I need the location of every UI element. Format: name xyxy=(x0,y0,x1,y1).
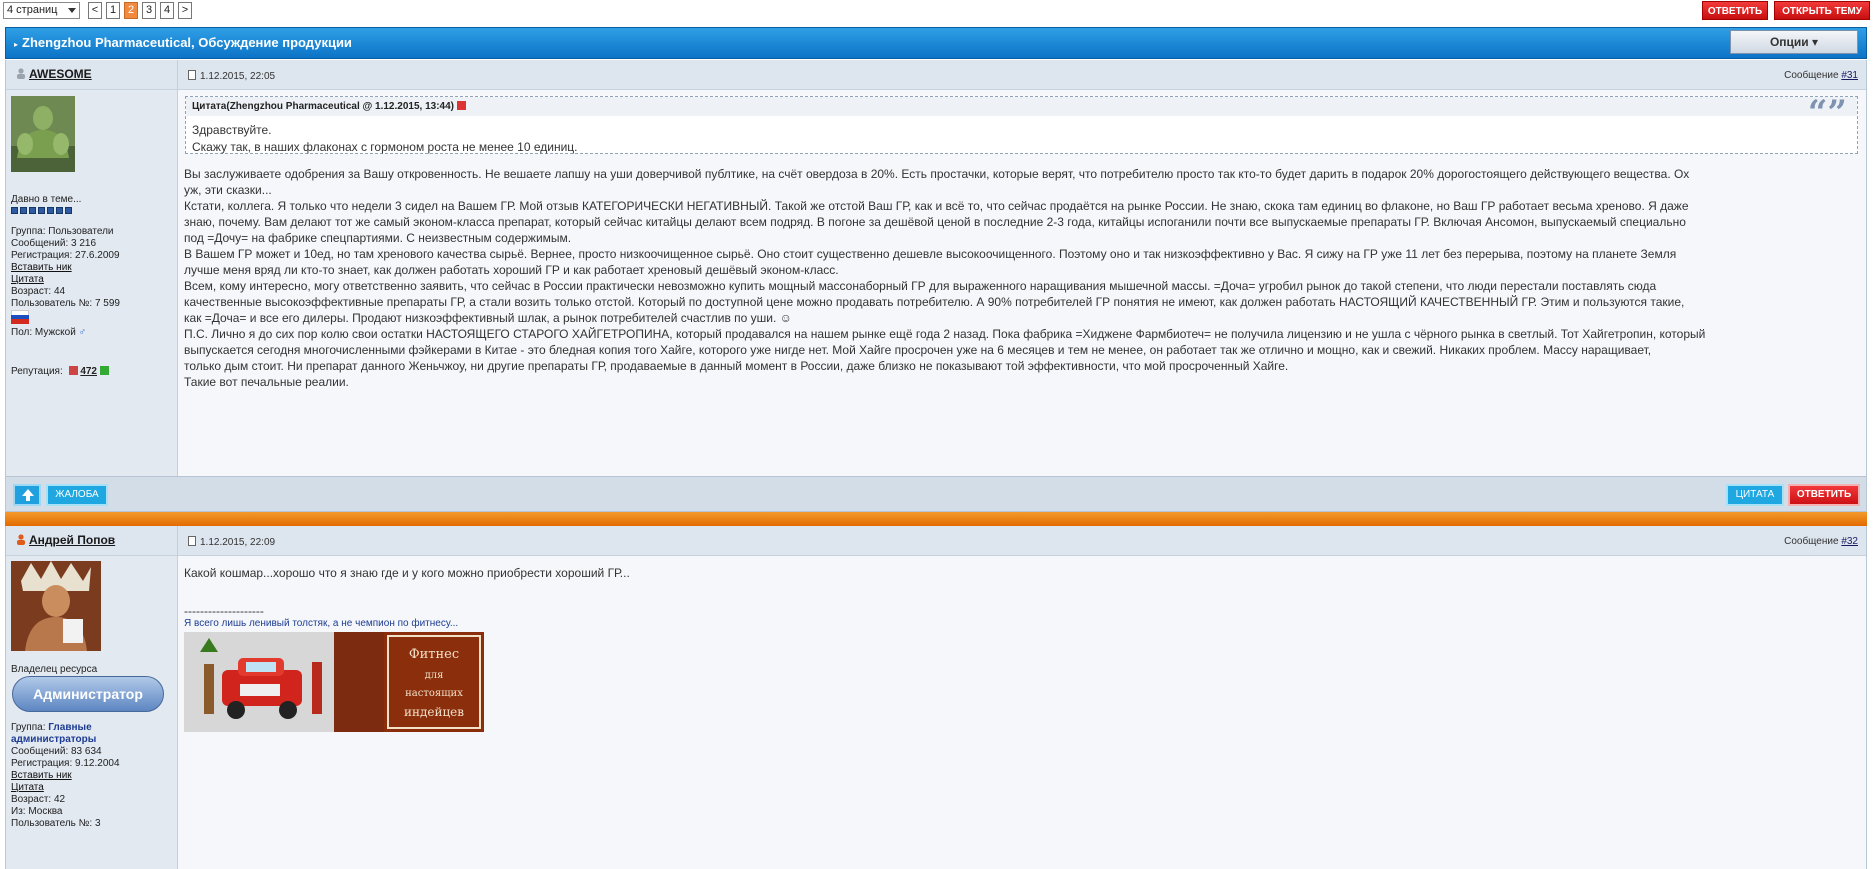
reputation: Репутация: 472 xyxy=(11,366,109,377)
signature-motto: Я всего лишь ленивый толстяк, а не чемпи… xyxy=(184,618,459,629)
options-label: Опции xyxy=(1769,35,1809,49)
caret-right-icon: ▸ xyxy=(14,40,19,49)
flag-icon xyxy=(11,310,29,324)
fitness-banner-image: Фитнес для настоящих индейцев xyxy=(384,632,484,732)
post-footer: ЖАЛОБА ЦИТАТА ОТВЕТИТЬ xyxy=(6,476,1866,512)
author-name[interactable]: Андрей Попов xyxy=(16,533,115,547)
new-topic-button[interactable]: ОТКРЫТЬ ТЕМУ xyxy=(1774,1,1870,20)
post-date: 1.12.2015, 22:05 xyxy=(188,70,275,82)
quote-link[interactable]: Цитата xyxy=(11,274,44,285)
author-sidebar: Давно в теме... Группа: Пользователи Соо… xyxy=(6,90,178,476)
user-group-cont: администраторы xyxy=(11,734,97,745)
signature-banner-image xyxy=(184,632,384,732)
report-button[interactable]: ЖАЛОБА xyxy=(46,484,108,506)
user-age: Возраст: 44 xyxy=(11,286,66,297)
page-4-button[interactable]: 4 xyxy=(160,2,174,19)
post-number: Сообщение #32 xyxy=(1784,536,1858,547)
user-group: Группа: Пользователи xyxy=(11,226,114,237)
admin-badge: Администратор xyxy=(12,676,164,712)
star-icon xyxy=(11,207,18,214)
user-age: Возраст: 42 xyxy=(11,794,66,805)
star-icon xyxy=(29,207,36,214)
document-icon xyxy=(188,536,196,546)
author-name[interactable]: AWESOME xyxy=(16,67,92,81)
reputation-value: 472 xyxy=(80,366,97,377)
next-page-button[interactable]: > xyxy=(178,2,192,19)
svg-text:индейцев: индейцев xyxy=(404,705,464,719)
post-number: Сообщение #31 xyxy=(1784,70,1858,81)
post-header: AWESOME 1.12.2015, 22:05 Сообщение #31 xyxy=(6,60,1866,90)
star-icon xyxy=(56,207,63,214)
page-1-button[interactable]: 1 xyxy=(106,2,120,19)
quote-marks-icon: “” xyxy=(1807,93,1847,133)
insert-nick-link[interactable]: Вставить ник xyxy=(11,770,72,781)
user-number: Пользователь №: 3 xyxy=(11,818,101,829)
reply-post-button[interactable]: ОТВЕТИТЬ xyxy=(1788,484,1860,506)
rank-stars xyxy=(11,206,74,217)
post-separator xyxy=(5,512,1867,526)
quote-header: Цитата(Zhengzhou Pharmaceutical @ 1.12.2… xyxy=(186,97,1857,116)
page-count-label: 4 страниц xyxy=(7,4,58,16)
star-icon xyxy=(38,207,45,214)
member-since: Давно в теме... xyxy=(11,194,82,205)
star-icon xyxy=(65,207,72,214)
options-button[interactable]: Опции ▾ xyxy=(1730,30,1858,54)
post-31: AWESOME 1.12.2015, 22:05 Сообщение #31 Д… xyxy=(5,60,1867,512)
reputation-minus-icon[interactable] xyxy=(68,366,78,375)
avatar xyxy=(11,96,75,172)
svg-text:настоящих: настоящих xyxy=(405,688,463,699)
user-location: Из: Москва xyxy=(11,806,63,817)
svg-text:Фитнес: Фитнес xyxy=(409,647,459,662)
post-text: Вы заслуживаете одобрения за Вашу откров… xyxy=(184,167,1706,389)
post-header: Андрей Попов 1.12.2015, 22:09 Сообщение … xyxy=(6,526,1866,556)
registration-date: Регистрация: 9.12.2004 xyxy=(11,758,120,769)
page-3-button[interactable]: 3 xyxy=(142,2,156,19)
topic-title: ▸ Zhengzhou Pharmaceutical, Обсуждение пр… xyxy=(14,35,352,50)
reputation-plus-icon[interactable] xyxy=(99,366,109,375)
arrow-up-stem xyxy=(26,495,30,501)
post-date: 1.12.2015, 22:09 xyxy=(188,536,275,548)
author-cell: AWESOME xyxy=(6,60,178,89)
user-group: Группа: Главные xyxy=(11,722,92,733)
author-cell: Андрей Попов xyxy=(6,526,178,555)
star-icon xyxy=(20,207,27,214)
author-sidebar: Владелец ресурса Администратор Группа: Г… xyxy=(6,556,178,869)
male-icon: ♂ xyxy=(78,327,87,338)
star-icon xyxy=(47,207,54,214)
page-2-button[interactable]: 2 xyxy=(124,2,138,19)
insert-nick-link[interactable]: Вставить ник xyxy=(11,262,72,273)
post-32: Андрей Попов 1.12.2015, 22:09 Сообщение … xyxy=(5,526,1867,869)
post-permalink[interactable]: #32 xyxy=(1841,536,1858,547)
quote-source-icon[interactable] xyxy=(456,101,466,110)
post-body: Цитата(Zhengzhou Pharmaceutical @ 1.12.2… xyxy=(178,90,1866,476)
message-count: Сообщений: 83 634 xyxy=(11,746,102,757)
message-count: Сообщений: 3 216 xyxy=(11,238,97,249)
quote-text: Здравствуйте. Скажу так, в наших флакона… xyxy=(192,123,578,154)
chevron-down-icon xyxy=(68,8,76,13)
top-bar: 4 страниц < 1 2 3 4 > ОТВЕТИТЬ ОТКРЫТЬ Т… xyxy=(0,0,1874,22)
quote-block: Цитата(Zhengzhou Pharmaceutical @ 1.12.2… xyxy=(185,93,1858,154)
document-icon xyxy=(188,70,196,80)
post-permalink[interactable]: #31 xyxy=(1841,70,1858,81)
signature-divider: -------------------- xyxy=(184,604,264,618)
owner-title: Владелец ресурса xyxy=(11,664,98,675)
svg-text:для: для xyxy=(425,670,444,681)
user-icon xyxy=(17,68,25,79)
user-gender: Пол: Мужской ♂ xyxy=(11,327,87,338)
quote-button[interactable]: ЦИТАТА xyxy=(1726,484,1784,506)
registration-date: Регистрация: 27.6.2009 xyxy=(11,250,120,261)
user-number: Пользователь №: 7 599 xyxy=(11,298,120,309)
topic-header: ▸ Zhengzhou Pharmaceutical, Обсуждение пр… xyxy=(5,27,1867,59)
page-count-select[interactable]: 4 страниц xyxy=(3,2,80,19)
post-text: Какой кошмар...хорошо что я знаю где и у… xyxy=(184,566,630,580)
avatar xyxy=(11,561,101,651)
reply-button[interactable]: ОТВЕТИТЬ xyxy=(1702,1,1768,20)
prev-page-button[interactable]: < xyxy=(88,2,102,19)
chevron-down-icon: ▾ xyxy=(1812,35,1819,49)
post-body: Какой кошмар...хорошо что я знаю где и у… xyxy=(178,556,1866,869)
user-online-icon xyxy=(17,534,25,545)
scroll-up-button[interactable] xyxy=(13,484,41,506)
quote-link[interactable]: Цитата xyxy=(11,782,44,793)
